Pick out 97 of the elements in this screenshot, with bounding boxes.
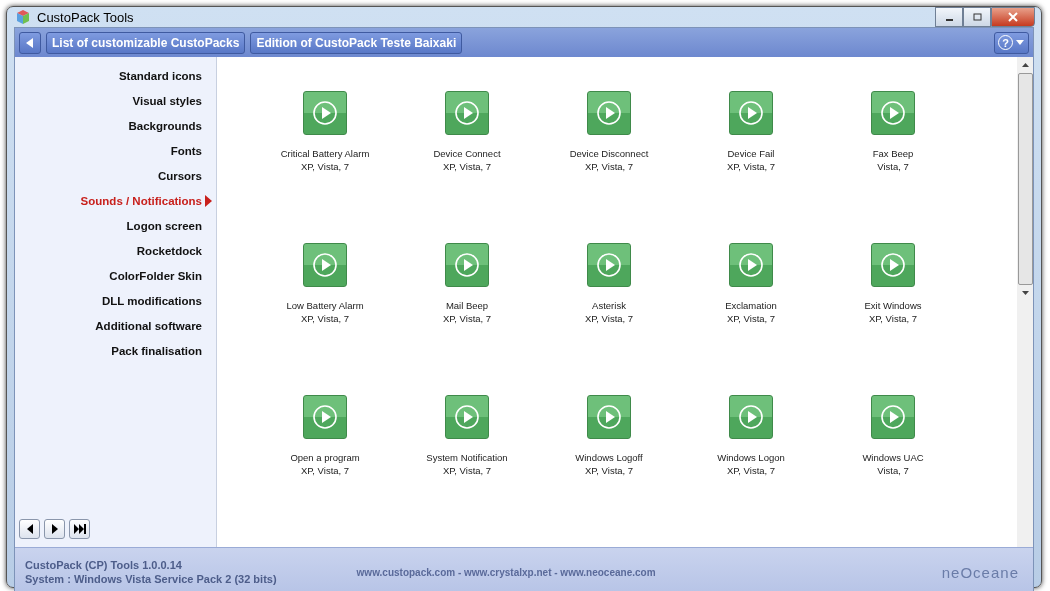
minimize-icon [945, 19, 953, 21]
supported-systems: XP, Vista, 7 [300, 312, 350, 325]
play-icon [313, 101, 337, 125]
back-icon [26, 37, 34, 48]
play-button[interactable] [871, 243, 915, 287]
play-button[interactable] [729, 243, 773, 287]
supported-systems: XP, Vista, 7 [442, 160, 492, 173]
maximize-icon [972, 12, 982, 22]
sidebar-item[interactable]: Pack finalisation [19, 338, 216, 363]
play-button[interactable] [445, 395, 489, 439]
play-icon [881, 253, 905, 277]
play-button[interactable] [303, 91, 347, 135]
supported-systems: XP, Vista, 7 [726, 464, 776, 477]
play-icon [313, 405, 337, 429]
caret-icon [1016, 40, 1024, 45]
scroll-up-icon[interactable] [1021, 63, 1029, 67]
skip-to-end-icon [73, 524, 86, 534]
play-icon [455, 253, 479, 277]
sound-name: Device Fail [727, 147, 775, 160]
scroll-down-icon[interactable] [1021, 291, 1029, 295]
play-icon [739, 405, 763, 429]
sound-name: Exclamation [725, 299, 777, 312]
play-icon [881, 405, 905, 429]
arrow-icon [202, 194, 214, 207]
supported-systems: XP, Vista, 7 [726, 312, 776, 325]
sound-name: Open a program [290, 451, 360, 464]
version-text: CustoPack (CP) Tools 1.0.0.14 [25, 559, 183, 571]
play-icon [597, 405, 621, 429]
play-button[interactable] [587, 243, 631, 287]
previous-button[interactable] [19, 519, 40, 539]
sidebar-item[interactable]: Backgrounds [19, 113, 216, 138]
play-icon [455, 101, 479, 125]
play-button[interactable] [871, 395, 915, 439]
sound-name: Device Disconnect [569, 147, 649, 160]
next-icon [50, 524, 59, 534]
supported-systems: XP, Vista, 7 [584, 464, 634, 477]
sidebar-item[interactable]: Logon screen [19, 213, 216, 238]
website-links: www.custopack.com - www.crystalxp.net - www.neoceane.com [355, 566, 657, 578]
supported-systems: XP, Vista, 7 [726, 160, 776, 173]
play-icon [597, 253, 621, 277]
supported-systems: XP, Vista, 7 [868, 312, 918, 325]
sound-name: Critical Battery Alarm [280, 147, 370, 160]
supported-systems: Vista, 7 [877, 160, 909, 173]
maximize-button[interactable] [963, 7, 991, 27]
close-icon [1008, 12, 1018, 22]
last-button[interactable] [69, 519, 90, 539]
sound-name: System Notification [426, 451, 508, 464]
next-button[interactable] [44, 519, 65, 539]
supported-systems: XP, Vista, 7 [442, 312, 492, 325]
supported-systems: XP, Vista, 7 [442, 464, 492, 477]
logo: neOceane [941, 563, 1020, 581]
play-button[interactable] [445, 243, 489, 287]
sound-name: Mail Beep [445, 299, 489, 312]
supported-systems: XP, Vista, 7 [584, 160, 634, 173]
play-icon [739, 101, 763, 125]
cube-stack-icon [15, 9, 31, 25]
scrollbar[interactable] [1017, 57, 1033, 547]
sound-name: Asterisk [592, 299, 626, 312]
system-text: System : Windows Vista Service Pack 2 (32 bits) [25, 573, 277, 585]
back-button[interactable] [19, 31, 41, 54]
sound-name: Device Connect [433, 147, 501, 160]
sidebar-item[interactable]: Fonts [19, 138, 216, 163]
play-icon [881, 101, 905, 125]
play-button[interactable] [729, 91, 773, 135]
minimize-button[interactable] [935, 7, 963, 27]
previous-icon [25, 524, 34, 534]
sound-name: Windows UAC [862, 451, 924, 464]
play-button[interactable] [587, 395, 631, 439]
close-button[interactable] [991, 7, 1035, 27]
play-icon [739, 253, 763, 277]
sidebar-item[interactable]: Visual styles [19, 88, 216, 113]
sidebar-item[interactable]: Standard icons [19, 63, 216, 88]
supported-systems: XP, Vista, 7 [300, 464, 350, 477]
supported-systems: XP, Vista, 7 [584, 312, 634, 325]
sound-name: Low Battery Alarm [286, 299, 364, 312]
play-button[interactable] [303, 395, 347, 439]
play-button[interactable] [871, 91, 915, 135]
sidebar-item[interactable]: DLL modifications [19, 288, 216, 313]
play-icon [597, 101, 621, 125]
sound-name: Windows Logon [717, 451, 785, 464]
sound-name: Fax Beep [872, 147, 914, 160]
sound-name: Windows Logoff [575, 451, 643, 464]
supported-systems: XP, Vista, 7 [300, 160, 350, 173]
supported-systems: Vista, 7 [877, 464, 909, 477]
sidebar-item[interactable]: Rocketdock [19, 238, 216, 263]
play-button[interactable] [587, 91, 631, 135]
sidebar-item[interactable]: Additional software [19, 313, 216, 338]
sidebar-item[interactable]: ColorFolder Skin [19, 263, 216, 288]
sound-name: Exit Windows [864, 299, 922, 312]
play-icon [313, 253, 337, 277]
play-button[interactable] [303, 243, 347, 287]
sidebar-item[interactable]: Sounds / Notifications [19, 188, 216, 213]
play-button[interactable] [729, 395, 773, 439]
sidebar-item[interactable]: Cursors [19, 163, 216, 188]
window-title: CustoPack Tools [37, 9, 135, 25]
play-icon [455, 405, 479, 429]
play-button[interactable] [445, 91, 489, 135]
